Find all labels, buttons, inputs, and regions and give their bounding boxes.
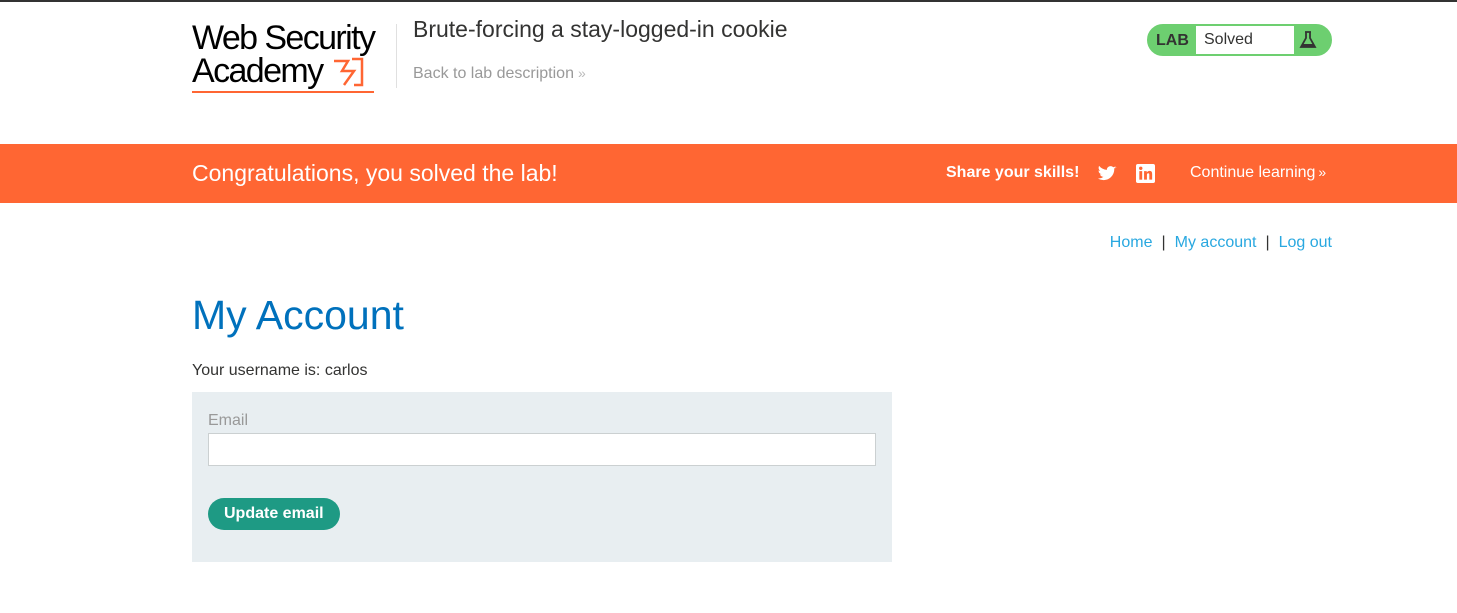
- chevron-right-icon: »: [1318, 164, 1327, 180]
- nav-home-link[interactable]: Home: [1110, 234, 1153, 251]
- update-email-button[interactable]: Update email: [208, 498, 340, 530]
- lab-title: Brute-forcing a stay-logged-in cookie: [413, 16, 788, 42]
- back-link-label: Back to lab description: [413, 65, 574, 82]
- lab-label: LAB: [1156, 32, 1189, 49]
- back-to-lab-description-link[interactable]: Back to lab description»: [413, 65, 586, 83]
- solved-banner: Congratulations, you solved the lab! Sha…: [0, 144, 1457, 203]
- email-field[interactable]: [208, 433, 876, 466]
- flask-icon: [1299, 31, 1317, 48]
- nav-separator: |: [1161, 234, 1166, 251]
- top-navigation: Home | My account | Log out: [1110, 234, 1332, 252]
- username-text: Your username is: carlos: [192, 362, 368, 379]
- logo-underline: [192, 91, 374, 93]
- email-label: Email: [208, 412, 249, 429]
- logo-line-2: Academy: [192, 54, 394, 89]
- nav-log-out-link[interactable]: Log out: [1279, 234, 1332, 251]
- continue-learning-label: Continue learning: [1190, 164, 1316, 181]
- lab-status-text: Solved: [1204, 31, 1253, 48]
- status-box: Solved: [1196, 26, 1294, 54]
- nav-my-account-link[interactable]: My account: [1175, 234, 1257, 251]
- twitter-icon[interactable]: [1097, 164, 1117, 184]
- congratulations-message: Congratulations, you solved the lab!: [192, 160, 558, 186]
- web-security-academy-logo[interactable]: Web Security Academy: [192, 19, 394, 98]
- continue-learning-link[interactable]: Continue learning»: [1190, 164, 1326, 182]
- header-divider: [396, 24, 397, 88]
- logo-lightning-icon: [334, 57, 364, 87]
- page-title: My Account: [192, 292, 404, 338]
- chevron-right-icon: »: [577, 65, 586, 81]
- header: Web Security Academy Brute-forcing a sta…: [0, 2, 1457, 144]
- change-email-form: Email Update email: [192, 392, 892, 562]
- linkedin-icon[interactable]: [1136, 164, 1155, 183]
- nav-separator: |: [1265, 234, 1270, 251]
- logo-line-1: Web Security: [192, 19, 376, 57]
- lab-status-badge: LAB Solved: [1147, 24, 1332, 56]
- share-label: Share your skills!: [946, 164, 1080, 181]
